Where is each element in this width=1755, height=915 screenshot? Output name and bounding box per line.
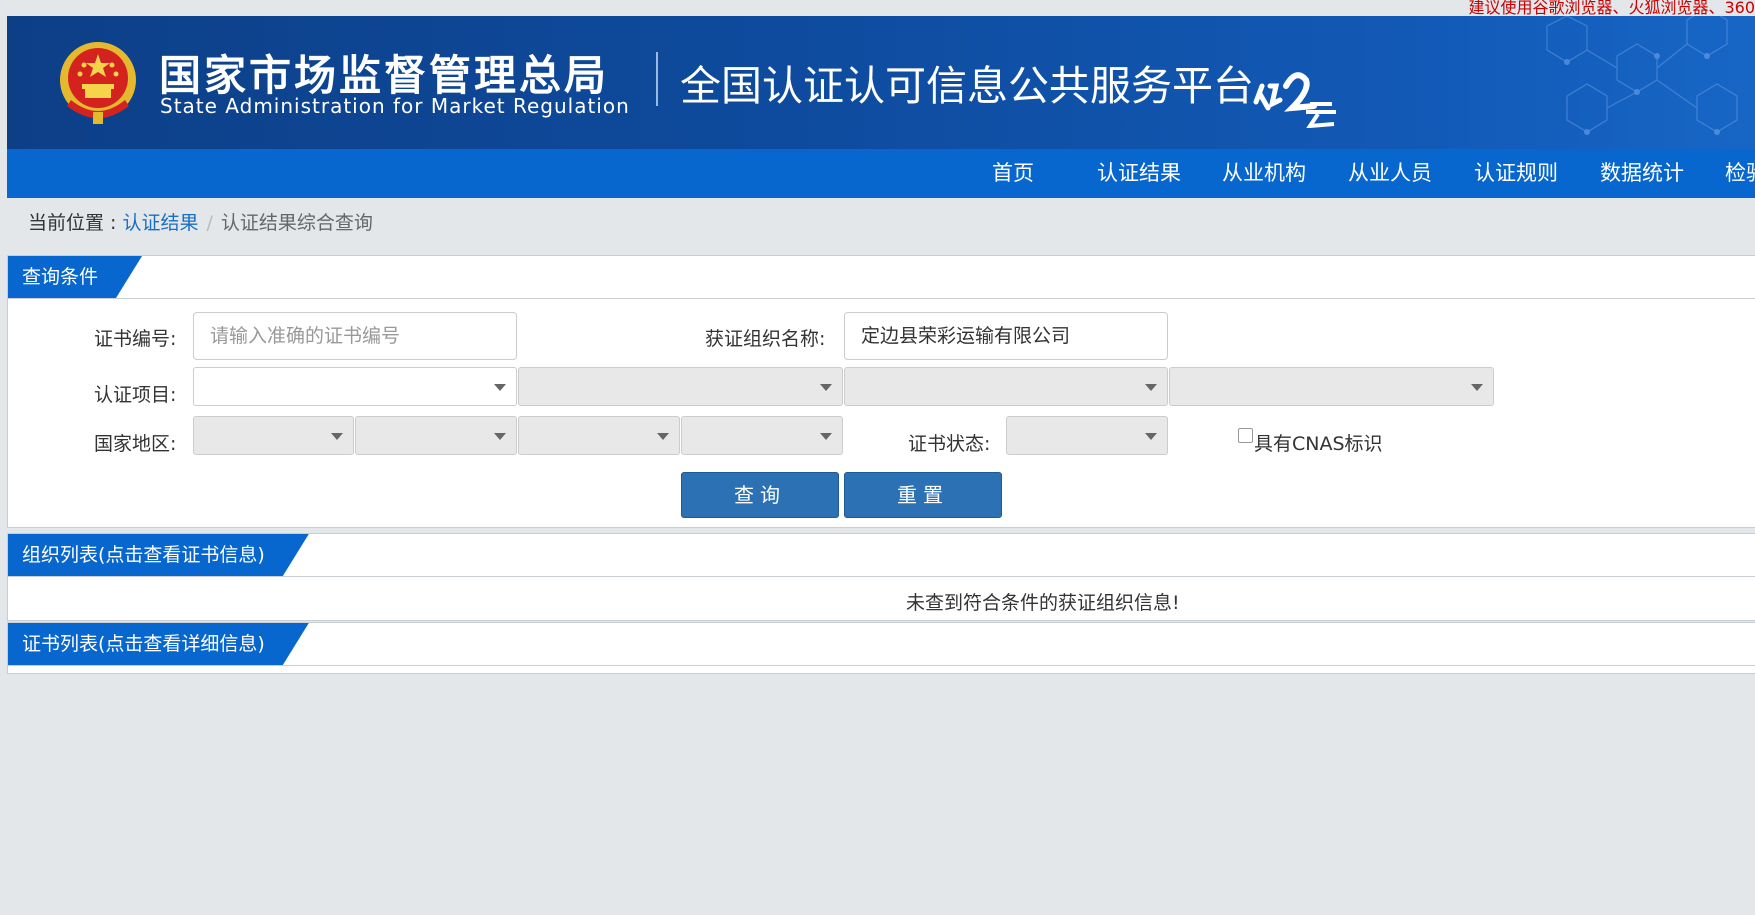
cert-list-title: 证书列表(点击查看详细信息) [8, 623, 309, 665]
chevron-down-icon [820, 384, 832, 391]
org-name-label: 获证组织名称: [705, 328, 826, 350]
cert-no-input[interactable] [193, 312, 517, 360]
region-select-2[interactable] [355, 416, 517, 455]
cert-project-select-4[interactable] [1169, 367, 1494, 406]
org-list-title: 组织列表(点击查看证书信息) [8, 534, 309, 576]
renzheng-cloud-logo [1253, 72, 1336, 128]
cert-project-select-2[interactable] [518, 367, 843, 406]
org-list-header: 组织列表(点击查看证书信息) [8, 534, 1755, 577]
cert-list-header: 证书列表(点击查看详细信息) [8, 623, 1755, 666]
cert-project-label: 认证项目: [94, 384, 177, 406]
chevron-down-icon [1145, 433, 1157, 440]
nav-home[interactable]: 首页 [992, 149, 1034, 198]
org-name-input[interactable]: 定边县荣彩运输有限公司 [844, 312, 1168, 360]
org-list-panel: 组织列表(点击查看证书信息) 未查到符合条件的获证组织信息! [7, 533, 1755, 621]
org-name-en: State Administration for Market Regulati… [160, 94, 630, 118]
cert-project-select-3[interactable] [844, 367, 1168, 406]
cert-status-select[interactable] [1006, 416, 1168, 455]
reset-button[interactable]: 重置 [844, 472, 1002, 518]
chevron-down-icon [1471, 384, 1483, 391]
nav-cert-results[interactable]: 认证结果 [1097, 149, 1181, 198]
cnas-checkbox[interactable] [1238, 428, 1253, 443]
query-panel-title: 查询条件 [8, 256, 142, 298]
nav-institutions[interactable]: 从业机构 [1222, 149, 1306, 198]
nav-statistics[interactable]: 数据统计 [1600, 149, 1684, 198]
cnas-label: 具有CNAS标识 [1254, 433, 1383, 455]
chevron-down-icon [1145, 384, 1157, 391]
chevron-down-icon [657, 433, 669, 440]
national-emblem-icon [60, 42, 136, 124]
chevron-down-icon [494, 384, 506, 391]
main-nav: 首页 认证结果 从业机构 从业人员 认证规则 数据统计 检验 [7, 149, 1755, 198]
cert-list-panel: 证书列表(点击查看详细信息) [7, 622, 1755, 674]
chevron-down-icon [494, 433, 506, 440]
platform-title: 全国认证认可信息公共服务平台 [680, 62, 1254, 110]
network-pattern-decoration [1546, 16, 1738, 135]
site-banner: 国家市场监督管理总局 State Administration for Mark… [7, 16, 1755, 149]
org-list-empty-message: 未查到符合条件的获证组织信息! [906, 592, 1180, 614]
region-select-4[interactable] [681, 416, 843, 455]
top-strip: 建议使用谷歌浏览器、火狐浏览器、360 [0, 0, 1755, 17]
cert-no-label: 证书编号: [94, 328, 177, 350]
breadcrumb: 当前位置 : 认证结果 / 认证结果综合查询 [28, 208, 373, 235]
breadcrumb-current: 认证结果综合查询 [220, 212, 373, 234]
chevron-down-icon [820, 433, 832, 440]
breadcrumb-link-cert-results[interactable]: 认证结果 [122, 212, 198, 234]
cert-status-label: 证书状态: [908, 433, 991, 455]
left-edge [0, 16, 7, 915]
breadcrumb-separator: / [206, 212, 213, 234]
region-select-3[interactable] [518, 416, 680, 455]
region-select-1[interactable] [193, 416, 354, 455]
query-panel: 查询条件 证书编号: 获证组织名称: 定边县荣彩运输有限公司 认证项目: 国家地… [7, 255, 1755, 528]
search-button[interactable]: 查询 [681, 472, 839, 518]
region-label: 国家地区: [94, 433, 177, 455]
query-panel-header: 查询条件 [8, 256, 1755, 299]
nav-cert-rules[interactable]: 认证规则 [1474, 149, 1558, 198]
header-divider [656, 52, 658, 106]
nav-inspection[interactable]: 检验 [1725, 149, 1755, 198]
nav-practitioners[interactable]: 从业人员 [1348, 149, 1432, 198]
chevron-down-icon [331, 433, 343, 440]
cert-project-select-1[interactable] [193, 367, 517, 406]
breadcrumb-prefix: 当前位置 : [28, 212, 123, 234]
